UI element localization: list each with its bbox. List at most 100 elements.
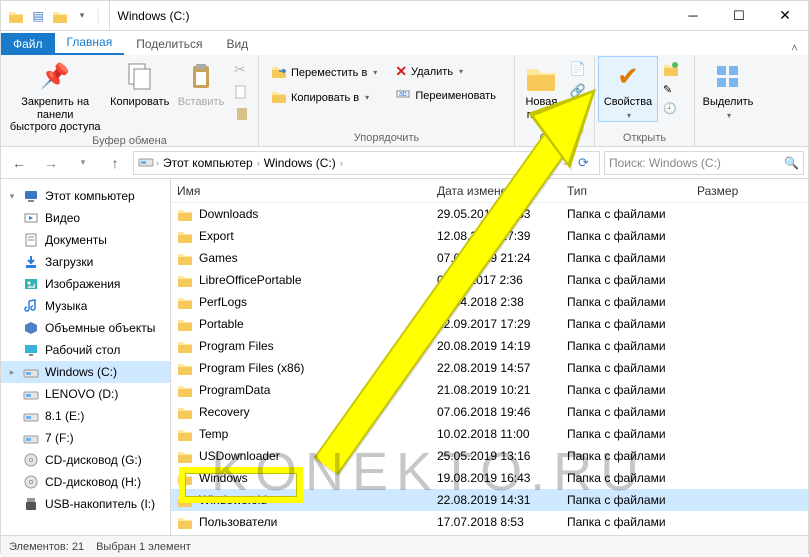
table-row[interactable]: Export 12.08.2019 17:39 Папка с файлами [171,225,808,247]
tab-file[interactable]: Файл [1,33,55,55]
col-type[interactable]: Тип [561,184,691,198]
sidebar-item-label: Загрузки [45,255,93,269]
table-row[interactable]: ProgramData 21.08.2019 10:21 Папка с фай… [171,379,808,401]
table-row[interactable]: 07.06.2018 19:51 Папка с файлами [171,533,808,535]
col-name[interactable]: Имя [171,184,431,198]
table-row[interactable]: Program Files (x86) 22.08.2019 14:57 Пап… [171,357,808,379]
dl-icon [23,254,39,270]
qat-properties-icon[interactable]: ▤ [29,7,47,25]
copy-button[interactable]: Копировать [107,57,172,109]
maximize-button[interactable]: ☐ [716,1,762,30]
collapse-ribbon-icon[interactable]: ˄ [781,41,808,55]
file-date: 19.08.2019 16:43 [431,471,561,485]
table-row[interactable]: USDownloader 25.05.2019 13:16 Папка с фа… [171,445,808,467]
tab-view[interactable]: Вид [214,33,260,55]
address-bar[interactable]: › Этот компьютер › Windows (C:) › ⌄ ⟳ [133,151,600,175]
sidebar-item-label: Документы [45,233,107,247]
sidebar-item[interactable]: CD-дисковод (H:) [1,471,170,493]
paste-button: Вставить [174,57,228,109]
breadcrumb-pc[interactable]: Этот компьютер [161,156,255,170]
select-icon [712,61,744,93]
table-row[interactable]: Recovery 07.06.2018 19:46 Папка с файлам… [171,401,808,423]
copy-path-icon [230,82,254,102]
nav-up-button[interactable]: ↑ [101,149,129,177]
sidebar-item[interactable]: Объемные объекты [1,317,170,339]
file-date: 12.08.2019 17:39 [431,229,561,243]
copy-icon [124,61,156,93]
table-row[interactable]: LibreOfficePortable 09.11.2017 2:36 Папк… [171,269,808,291]
rename-button[interactable]: ab Переименовать [391,84,500,107]
drive-icon [23,386,39,402]
table-row[interactable]: Portable 22.09.2017 17:29 Папка с файлам… [171,313,808,335]
breadcrumb-drive[interactable]: Windows (C:) [262,156,338,170]
properties-button[interactable]: ✔ Свойства▾ [599,57,657,121]
file-type: Папка с файлами [561,207,691,221]
file-name: Пользователи [199,515,277,529]
sidebar-item[interactable]: Видео [1,207,170,229]
sidebar-item[interactable]: 7 (F:) [1,427,170,449]
sidebar-item[interactable]: Рабочий стол [1,339,170,361]
file-name: Windows [199,471,248,485]
refresh-button[interactable]: ⟳ [571,155,595,171]
col-size[interactable]: Размер [691,184,808,198]
col-date[interactable]: Дата изменения [431,184,561,198]
file-date: 12.04.2018 2:38 [431,295,561,309]
nav-recent-dropdown[interactable]: ▾ [69,149,97,177]
search-input[interactable]: Поиск: Windows (C:) 🔍 [604,151,804,175]
table-row[interactable]: Temp 10.02.2018 11:00 Папка с файлами [171,423,808,445]
folder-icon [177,272,193,288]
chevron-down-icon: ▾ [459,67,463,76]
sidebar-item[interactable]: 8.1 (E:) [1,405,170,427]
file-type: Папка с файлами [561,339,691,353]
address-dropdown-icon[interactable]: ⌄ [561,157,569,168]
sidebar-item[interactable]: LENOVO (D:) [1,383,170,405]
edit-icon[interactable]: ✎ [659,81,683,98]
new-folder-button[interactable]: Новая папка [519,57,564,121]
sidebar-item[interactable]: CD-дисковод (G:) [1,449,170,471]
table-row[interactable]: Windows.old 22.08.2019 14:31 Папка с фай… [171,489,808,511]
sidebar-item-label: USB-накопитель (I:) [45,497,155,511]
file-name: Temp [199,427,228,441]
chevron-down-icon: ▾ [373,68,377,77]
new-item-icon[interactable]: 📄 [566,59,590,79]
table-row[interactable]: Windows 19.08.2019 16:43 Папка с файлами [171,467,808,489]
sidebar-item[interactable]: Документы [1,229,170,251]
column-headers[interactable]: Имя Дата изменения Тип Размер [171,179,808,203]
easy-access-icon[interactable]: 🔗 [566,81,590,101]
sidebar-item[interactable]: Загрузки [1,251,170,273]
tab-share[interactable]: Поделиться [124,33,214,55]
table-row[interactable]: PerfLogs 12.04.2018 2:38 Папка с файлами [171,291,808,313]
qat-new-icon[interactable] [51,7,69,25]
drive-icon [23,364,39,380]
folder-icon [177,294,193,310]
move-to-button[interactable]: Переместить в▾ [267,61,381,84]
table-row[interactable]: Games 07.03.2019 21:24 Папка с файлами [171,247,808,269]
file-type: Папка с файлами [561,427,691,441]
table-row[interactable]: Пользователи 17.07.2018 8:53 Папка с фай… [171,511,808,533]
open-icon[interactable] [659,59,683,79]
close-button[interactable]: ✕ [762,1,808,30]
pin-icon: 📌 [39,61,71,93]
file-date: 25.05.2019 13:16 [431,449,561,463]
sidebar-item[interactable]: ▸Windows (C:) [1,361,170,383]
sidebar-item[interactable]: Музыка [1,295,170,317]
nav-back-button[interactable]: ← [5,149,33,177]
tab-home[interactable]: Главная [55,31,125,55]
group-open-label: Открыть [599,131,690,146]
minimize-button[interactable]: ─ [670,1,716,30]
pin-quick-access-button[interactable]: 📌 Закрепить на панели быстрого доступа [5,57,105,134]
select-button[interactable]: Выделить▾ [699,57,757,121]
file-type: Папка с файлами [561,471,691,485]
sidebar-item[interactable]: USB-накопитель (I:) [1,493,170,515]
table-row[interactable]: Downloads 29.05.2019 10:53 Папка с файла… [171,203,808,225]
folder-icon [177,426,193,442]
delete-button[interactable]: ✕ Удалить▾ [391,61,500,82]
table-row[interactable]: Program Files 20.08.2019 14:19 Папка с ф… [171,335,808,357]
file-date: 22.08.2019 14:31 [431,493,561,507]
folder-icon [177,206,193,222]
sidebar-item[interactable]: Изображения [1,273,170,295]
qat-dropdown-icon[interactable]: ▾ [73,7,91,25]
sidebar-item[interactable]: ▾Этот компьютер [1,185,170,207]
copy-to-button[interactable]: Копировать в▾ [267,86,381,109]
file-date: 10.02.2018 11:00 [431,427,561,441]
